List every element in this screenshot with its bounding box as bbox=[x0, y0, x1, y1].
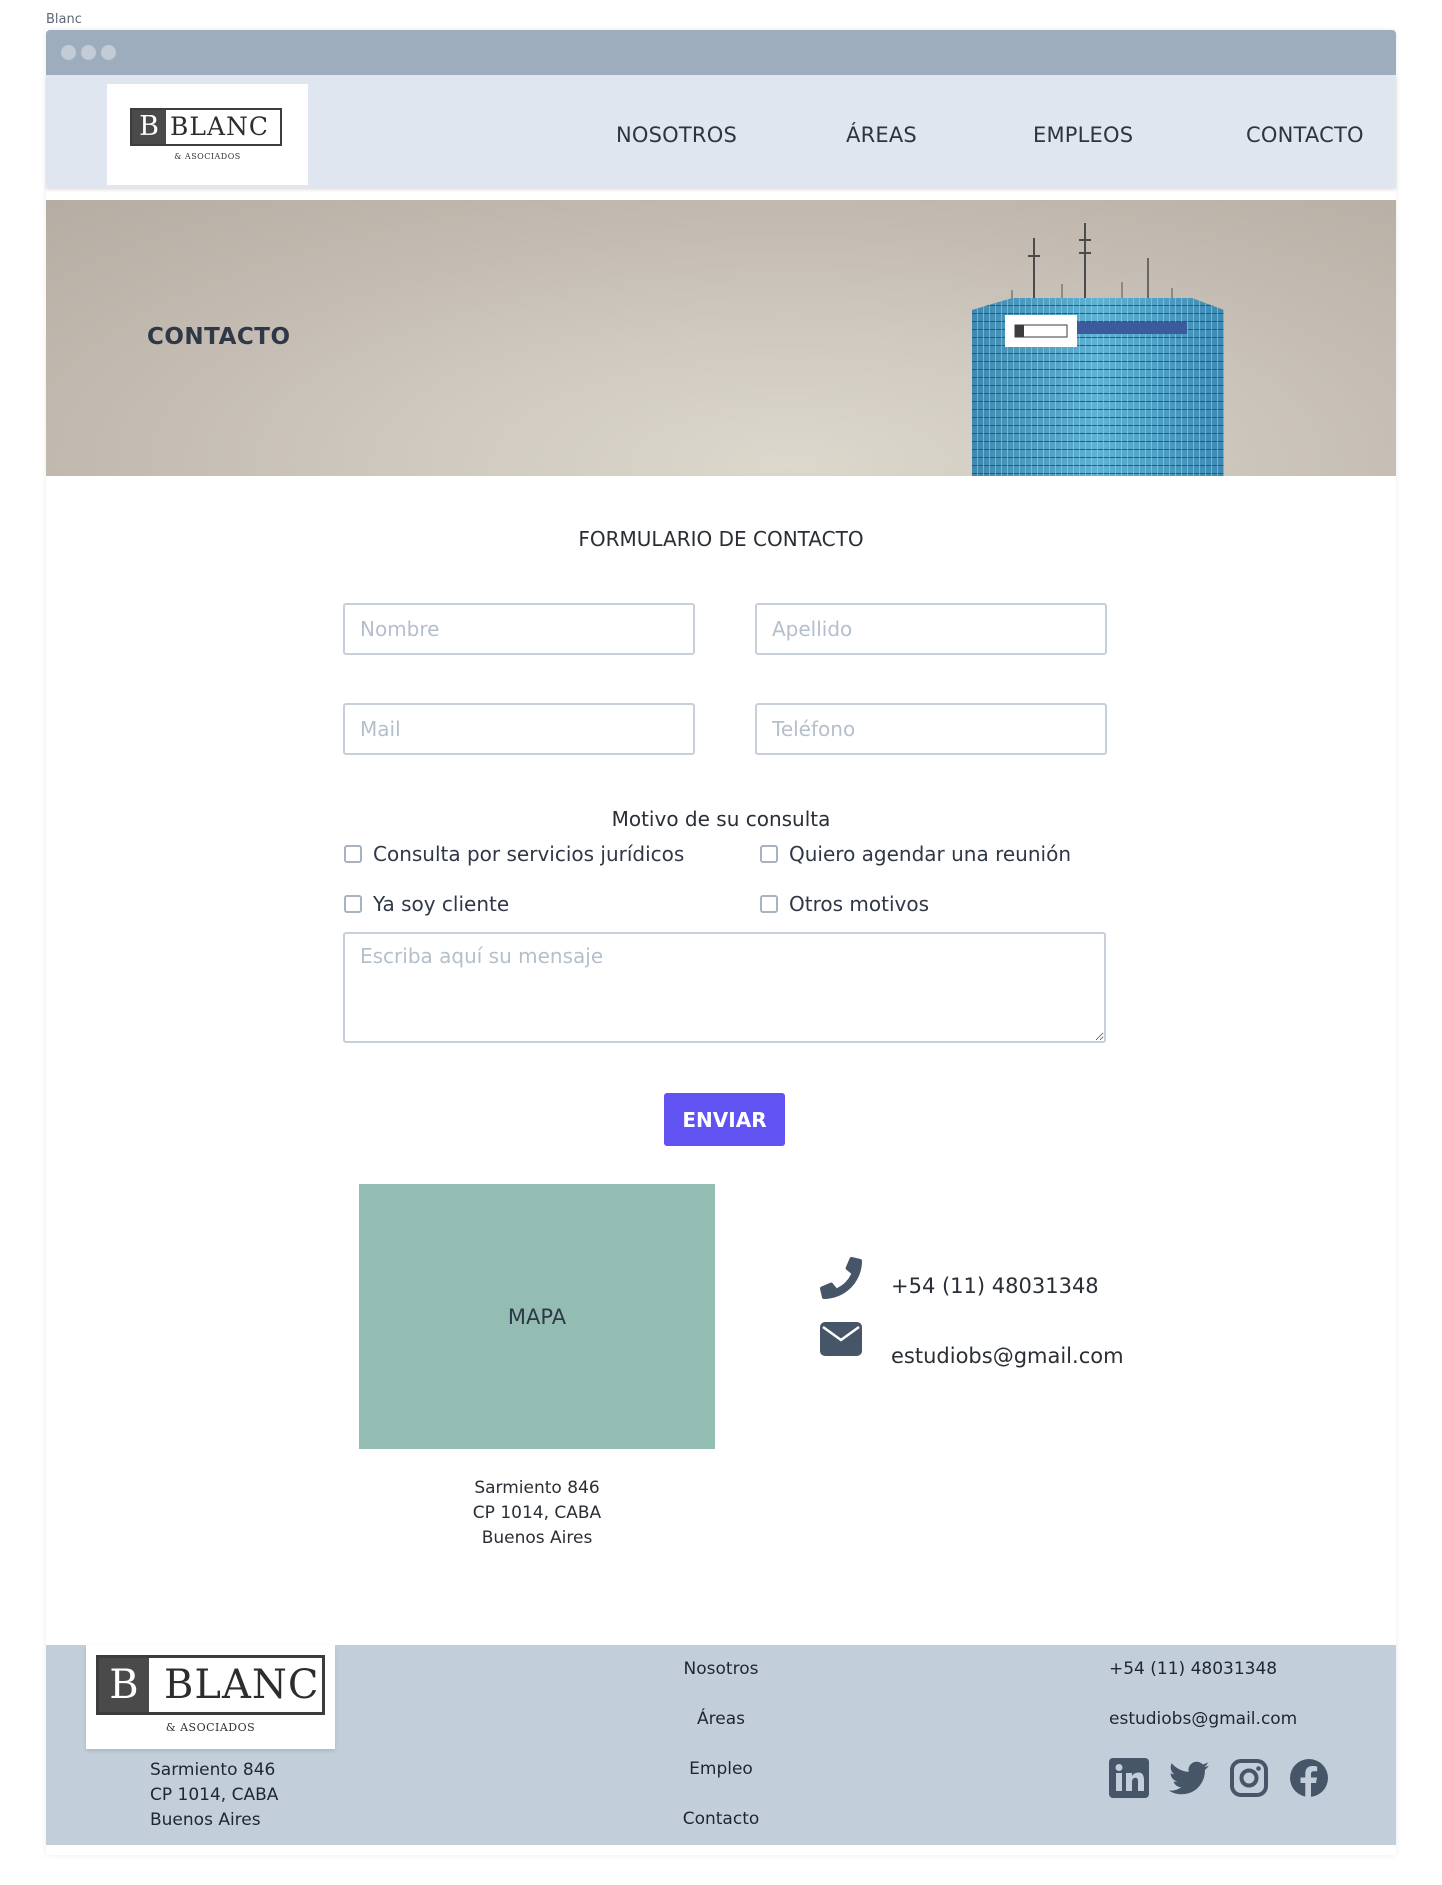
checkbox[interactable] bbox=[760, 895, 778, 913]
address: Sarmiento 846 CP 1014, CABA Buenos Aires bbox=[359, 1476, 715, 1551]
message-textarea[interactable] bbox=[343, 932, 1106, 1043]
address-line: Sarmiento 846 bbox=[474, 1478, 600, 1498]
checkbox-label: Otros motivos bbox=[789, 892, 929, 916]
checkbox[interactable] bbox=[344, 845, 362, 863]
address-line: CP 1014, CABA bbox=[150, 1785, 279, 1805]
nav-item-empleos[interactable]: EMPLEOS bbox=[1033, 123, 1133, 147]
nav-item-nosotros[interactable]: NOSOTROS bbox=[616, 123, 737, 147]
logo-initial: B bbox=[132, 110, 166, 144]
header-logo[interactable]: B BLANC & ASOCIADOS bbox=[107, 84, 308, 185]
linkedin-icon[interactable] bbox=[1109, 1758, 1149, 1798]
footer: B BLANC & ASOCIADOS Sarmiento 846 CP 101… bbox=[46, 1645, 1396, 1845]
hero-banner: CONTACTO bbox=[46, 200, 1396, 476]
window-dot-icon bbox=[81, 45, 96, 60]
address-line: Buenos Aires bbox=[481, 1528, 593, 1548]
footer-phone[interactable]: +54 (11) 48031348 bbox=[1109, 1659, 1277, 1679]
apellido-input[interactable] bbox=[755, 603, 1107, 655]
motivo-option-cliente[interactable]: Ya soy cliente bbox=[344, 892, 509, 916]
checkbox[interactable] bbox=[344, 895, 362, 913]
motivo-option-reunion[interactable]: Quiero agendar una reunión bbox=[760, 842, 1071, 866]
window-dot-icon bbox=[101, 45, 116, 60]
phone-icon bbox=[820, 1257, 862, 1299]
form-title: FORMULARIO DE CONTACTO bbox=[578, 527, 864, 551]
motivo-option-otros[interactable]: Otros motivos bbox=[760, 892, 929, 916]
building-image bbox=[972, 223, 1224, 476]
twitter-icon[interactable] bbox=[1169, 1758, 1209, 1798]
page-frame: B BLANC & ASOCIADOS NOSOTROS ÁREAS EMPLE… bbox=[46, 30, 1396, 1855]
footer-email[interactable]: estudiobs@gmail.com bbox=[1109, 1709, 1297, 1729]
hero-title: CONTACTO bbox=[147, 324, 291, 350]
checkbox[interactable] bbox=[760, 845, 778, 863]
navbar: B BLANC & ASOCIADOS NOSOTROS ÁREAS EMPLE… bbox=[46, 75, 1396, 188]
nav-item-areas[interactable]: ÁREAS bbox=[846, 123, 917, 147]
browser-bar bbox=[46, 30, 1396, 75]
logo-mark: B BLANC bbox=[130, 108, 282, 146]
map-label: MAPA bbox=[507, 1304, 567, 1329]
envelope-icon bbox=[820, 1322, 862, 1356]
mail-input[interactable] bbox=[343, 703, 695, 755]
map-placeholder[interactable]: MAPA bbox=[359, 1184, 715, 1449]
motivo-option-servicios[interactable]: Consulta por servicios jurídicos bbox=[344, 842, 684, 866]
logo-name: BLANC bbox=[170, 112, 270, 141]
frame-label: Blanc bbox=[46, 12, 82, 27]
contact-email[interactable]: estudiobs@gmail.com bbox=[891, 1344, 1124, 1368]
checkbox-label: Consulta por servicios jurídicos bbox=[373, 842, 685, 866]
checkbox-label: Quiero agendar una reunión bbox=[789, 842, 1071, 866]
instagram-icon[interactable] bbox=[1229, 1758, 1269, 1798]
facebook-icon[interactable] bbox=[1289, 1758, 1329, 1798]
send-button[interactable]: ENVIAR bbox=[664, 1093, 785, 1146]
nav-item-contacto[interactable]: CONTACTO bbox=[1246, 123, 1364, 147]
checkbox-label: Ya soy cliente bbox=[373, 892, 510, 916]
motivo-title: Motivo de su consulta bbox=[611, 807, 831, 831]
address-line: CP 1014, CABA bbox=[472, 1503, 602, 1523]
nombre-input[interactable] bbox=[343, 603, 695, 655]
footer-link-contacto[interactable]: Contacto bbox=[46, 1809, 1396, 1829]
window-dot-icon bbox=[61, 45, 76, 60]
telefono-input[interactable] bbox=[755, 703, 1107, 755]
contact-phone[interactable]: +54 (11) 48031348 bbox=[891, 1274, 1099, 1298]
logo-subtitle: & ASOCIADOS bbox=[174, 152, 241, 161]
